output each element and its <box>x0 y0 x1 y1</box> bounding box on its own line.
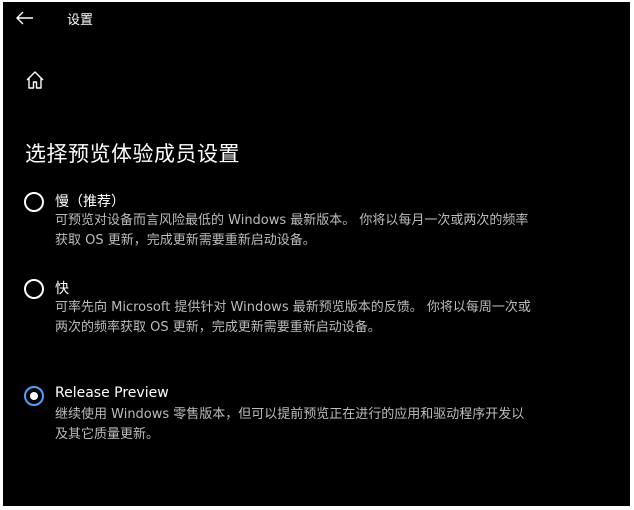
option-slow[interactable]: 慢（推荐） 可预览对设备而言风险最低的 Windows 最新版本。 你将以每月一… <box>23 191 583 253</box>
radio-selected-dot <box>30 392 38 400</box>
home-button[interactable] <box>21 66 49 94</box>
radio-slow[interactable] <box>24 192 44 212</box>
option-release-preview[interactable]: Release Preview 继续使用 Windows 零售版本，但可以提前预… <box>23 385 583 447</box>
back-button[interactable] <box>11 6 41 32</box>
radio-release-preview[interactable] <box>24 386 44 406</box>
option-fast-description: 可率先向 Microsoft 提供针对 Windows 最新预览版本的反馈。 你… <box>55 300 531 335</box>
window-title: 设置 <box>67 13 94 28</box>
page-title: 选择预览体验成员设置 <box>25 142 240 166</box>
option-release-preview-description: 继续使用 Windows 零售版本，但可以提前预览正在进行的应用和驱动程序开发以… <box>55 407 525 442</box>
title-bar: 设置 <box>3 2 630 34</box>
home-icon <box>26 71 44 89</box>
option-fast[interactable]: 快 可率先向 Microsoft 提供针对 Windows 最新预览版本的反馈。… <box>23 278 583 360</box>
settings-window: 设置 选择预览体验成员设置 慢（推荐） 可预览对设备而言风险最低的 Window… <box>3 2 630 506</box>
option-release-preview-label: Release Preview <box>55 385 169 401</box>
radio-fast[interactable] <box>24 279 44 299</box>
option-slow-label: 慢（推荐） <box>55 194 125 210</box>
option-fast-label: 快 <box>55 281 69 297</box>
option-slow-description: 可预览对设备而言风险最低的 Windows 最新版本。 你将以每月一次或两次的频… <box>55 213 529 248</box>
back-arrow-icon <box>16 11 33 25</box>
